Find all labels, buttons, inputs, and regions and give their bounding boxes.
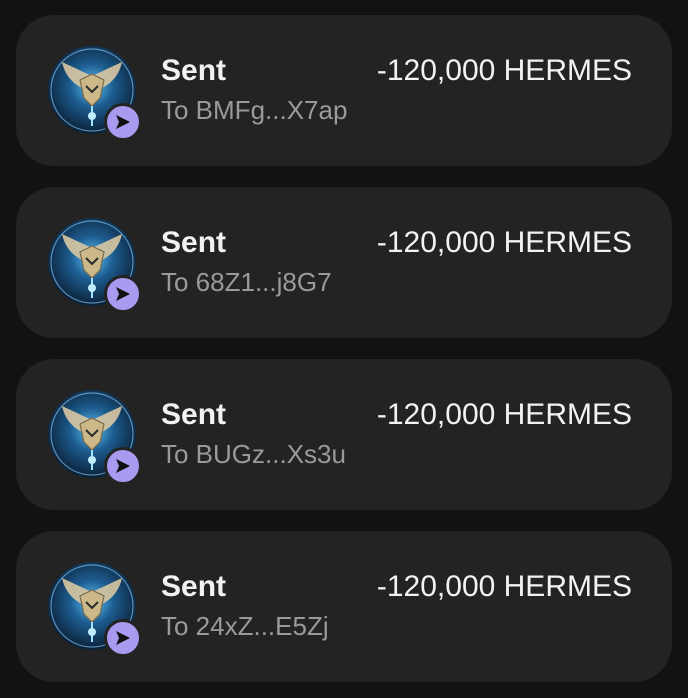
transaction-amount: -120,000 HERMES — [376, 570, 632, 603]
transaction-item[interactable]: Sent To BUGz...Xs3u -120,000 HERMES — [16, 359, 672, 510]
transaction-item[interactable]: Sent To 24xZ...E5Zj -120,000 HERMES — [16, 531, 672, 682]
token-avatar — [48, 390, 142, 485]
send-badge — [104, 619, 142, 657]
send-badge — [104, 275, 142, 313]
send-arrow-icon — [116, 115, 130, 129]
send-arrow-icon — [116, 631, 130, 645]
send-arrow-icon — [116, 287, 130, 301]
transaction-title: Sent — [161, 54, 227, 87]
transaction-amount: -120,000 HERMES — [376, 54, 632, 87]
transaction-recipient: To BMFg...X7ap — [161, 95, 348, 125]
transaction-amount: -120,000 HERMES — [376, 398, 632, 431]
token-avatar — [48, 218, 142, 313]
transaction-title: Sent — [161, 398, 227, 431]
transaction-recipient: To 24xZ...E5Zj — [161, 611, 329, 641]
send-arrow-icon — [116, 459, 130, 473]
transaction-recipient: To 68Z1...j8G7 — [161, 267, 332, 297]
transaction-amount: -120,000 HERMES — [376, 226, 632, 259]
token-avatar — [48, 46, 142, 141]
transaction-list: Sent To BMFg...X7ap -120,000 HERMES Sent… — [0, 0, 688, 698]
transaction-item[interactable]: Sent To BMFg...X7ap -120,000 HERMES — [16, 15, 672, 166]
transaction-title: Sent — [161, 226, 227, 259]
token-avatar — [48, 562, 142, 657]
send-badge — [104, 447, 142, 485]
transaction-recipient: To BUGz...Xs3u — [161, 439, 346, 469]
transaction-title: Sent — [161, 570, 227, 603]
send-badge — [104, 103, 142, 141]
transaction-item[interactable]: Sent To 68Z1...j8G7 -120,000 HERMES — [16, 187, 672, 338]
